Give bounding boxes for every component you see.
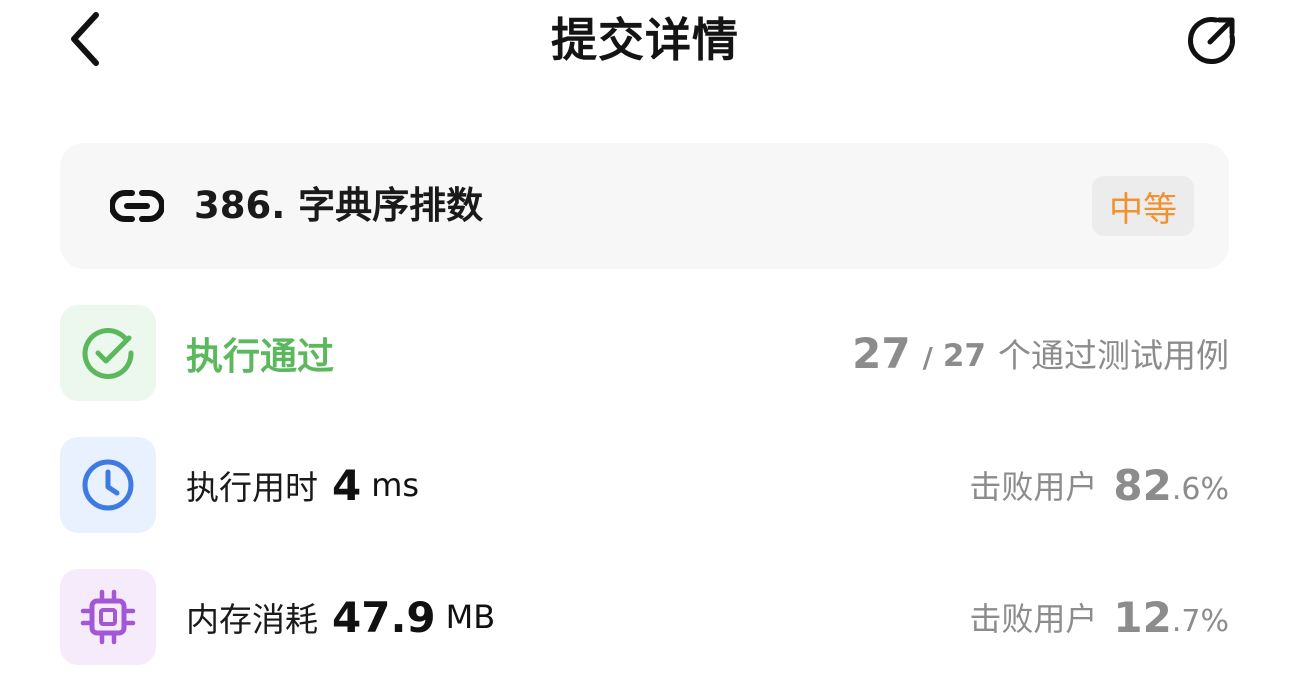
problem-card[interactable]: 386. 字典序排数 中等 <box>60 143 1229 269</box>
tests-total: 27 <box>942 338 986 374</box>
result-row: 执行通过 27 / 27 个通过测试用例 <box>60 305 1229 401</box>
runtime-label: 执行用时 <box>186 468 318 507</box>
link-icon <box>108 181 166 231</box>
memory-unit: MB <box>445 598 496 636</box>
tests-passed: 27 <box>852 328 911 378</box>
result-status-wrap: 执行通过 <box>186 305 334 401</box>
memory-row: 内存消耗 47.9 MB 击败用户 12 .7% <box>60 569 1229 665</box>
runtime-row: 执行用时 4 ms 击败用户 82 .6% <box>60 437 1229 533</box>
memory-icon-box <box>60 569 156 665</box>
tests-summary: 27 / 27 个通过测试用例 <box>852 305 1229 401</box>
runtime-value: 4 <box>332 460 362 510</box>
problem-title[interactable]: 386. 字典序排数 <box>194 179 483 233</box>
runtime-beat-label: 击败用户 <box>969 468 1098 506</box>
tests-caption: 个通过测试用例 <box>998 336 1229 375</box>
check-circle-icon <box>82 328 134 379</box>
memory-metric: 内存消耗 47.9 MB <box>186 569 495 665</box>
memory-beat-label: 击败用户 <box>969 600 1098 638</box>
runtime-metric: 执行用时 4 ms <box>186 437 419 533</box>
runtime-beat[interactable]: 击败用户 82 .6% <box>969 437 1229 533</box>
clock-icon <box>82 459 134 511</box>
runtime-beat-int: 82 <box>1113 460 1172 510</box>
result-icon-box <box>60 305 156 401</box>
cpu-chip-icon <box>80 589 136 645</box>
header: 提交详情 <box>0 0 1290 84</box>
share-button[interactable] <box>1182 10 1242 70</box>
memory-beat[interactable]: 击败用户 12 .7% <box>969 569 1229 665</box>
runtime-icon-box <box>60 437 156 533</box>
share-icon <box>1187 17 1235 65</box>
page-title: 提交详情 <box>551 13 739 67</box>
memory-beat-int: 12 <box>1113 592 1172 642</box>
result-status: 执行通过 <box>186 335 334 378</box>
tests-separator: / <box>922 340 933 374</box>
memory-beat-frac: .7% <box>1171 603 1229 639</box>
runtime-unit: ms <box>371 466 420 504</box>
memory-value: 47.9 <box>332 592 436 642</box>
runtime-beat-frac: .6% <box>1171 471 1229 507</box>
memory-label: 内存消耗 <box>186 600 318 639</box>
difficulty-badge: 中等 <box>1092 176 1194 236</box>
